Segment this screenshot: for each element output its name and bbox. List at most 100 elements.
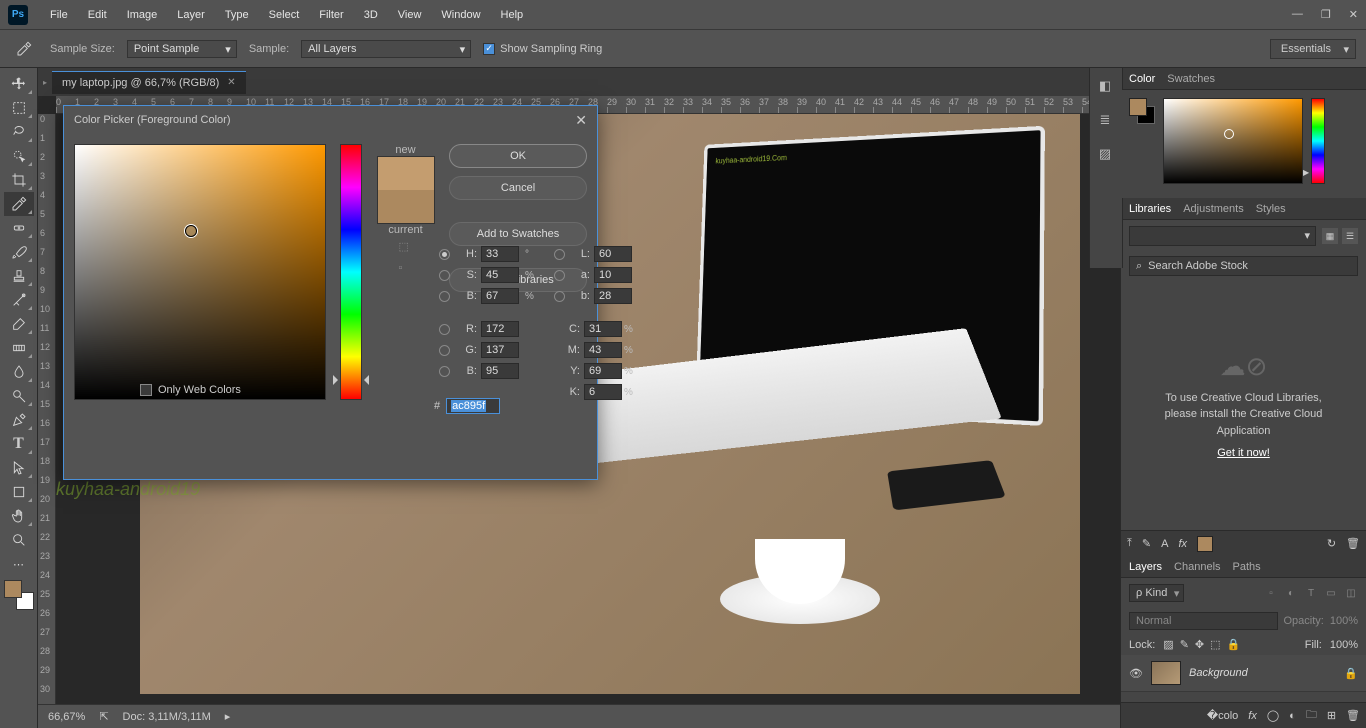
tab-paths[interactable]: Paths [1233, 561, 1261, 573]
layer-background[interactable]: 👁 Background 🔒 [1121, 655, 1366, 692]
gamut-warning-icon[interactable]: ▫ [399, 262, 413, 276]
menu-help[interactable]: Help [491, 5, 534, 25]
path-select-tool[interactable] [4, 456, 34, 480]
export-icon[interactable]: ⇱ [99, 710, 108, 723]
fill-value[interactable]: 100% [1330, 639, 1358, 651]
stamp-tool[interactable] [4, 264, 34, 288]
hue-slider[interactable] [340, 144, 362, 400]
gradient-tool[interactable] [4, 336, 34, 360]
menu-layer[interactable]: Layer [167, 5, 215, 25]
adjustment-layer-icon[interactable]: ◐ [1289, 710, 1296, 722]
cube-3d-icon[interactable]: ⬚ [399, 240, 413, 254]
m-input[interactable]: 43 [584, 342, 622, 358]
dodge-tool[interactable] [4, 384, 34, 408]
edit-toolbar[interactable]: ⋯ [4, 552, 34, 576]
add-to-swatches-button[interactable]: Add to Swatches [449, 222, 587, 246]
layer-mask-icon[interactable]: ◯ [1267, 709, 1279, 722]
sample-size-select[interactable]: Point Sample [127, 40, 237, 58]
menu-select[interactable]: Select [259, 5, 310, 25]
menu-3d[interactable]: 3D [354, 5, 388, 25]
upload-icon[interactable]: ⤒ [1127, 537, 1132, 550]
tab-libraries[interactable]: Libraries [1129, 203, 1171, 215]
dialog-close-icon[interactable]: ✕ [575, 112, 587, 129]
mini-hue-bar[interactable] [1311, 98, 1325, 184]
window-maximize-icon[interactable]: ❐ [1321, 8, 1331, 21]
get-it-now-link[interactable]: Get it now! [1217, 447, 1270, 459]
radio-bb[interactable] [439, 366, 450, 377]
opacity-value[interactable]: 100% [1330, 615, 1358, 627]
eraser-tool[interactable] [4, 312, 34, 336]
healing-tool[interactable] [4, 216, 34, 240]
lock-trans-icon[interactable]: ▨ [1163, 638, 1173, 651]
history-brush-tool[interactable] [4, 288, 34, 312]
menu-type[interactable]: Type [215, 5, 259, 25]
h-input[interactable]: 33 [481, 246, 519, 262]
sync-icon[interactable]: ↻ [1327, 537, 1336, 550]
properties-panel-icon[interactable]: ≣ [1095, 110, 1115, 130]
workspace-select[interactable]: Essentials [1270, 39, 1356, 59]
hand-tool[interactable] [4, 504, 34, 528]
b-input[interactable]: 67 [481, 288, 519, 304]
menu-edit[interactable]: Edit [78, 5, 117, 25]
mini-color-field[interactable] [1163, 98, 1303, 184]
filter-type-icon[interactable]: T [1304, 586, 1318, 600]
char-style-icon[interactable]: A [1161, 538, 1168, 550]
eyedropper-tool-icon[interactable] [10, 35, 38, 63]
k-input[interactable]: 6 [584, 384, 622, 400]
radio-g[interactable] [439, 345, 450, 356]
move-tool[interactable] [4, 72, 34, 96]
lock-position-icon[interactable]: ✥ [1195, 638, 1204, 651]
only-web-colors-checkbox[interactable] [140, 384, 152, 396]
bb-input[interactable]: 95 [481, 363, 519, 379]
layer-filter-kind[interactable]: ρ Kind [1129, 584, 1184, 602]
filter-pixel-icon[interactable]: ▫ [1264, 586, 1278, 600]
list-view-icon[interactable]: ☰ [1342, 228, 1358, 244]
a-input[interactable]: 10 [594, 267, 632, 283]
history-panel-icon[interactable]: ◧ [1095, 76, 1115, 96]
menu-filter[interactable]: Filter [309, 5, 353, 25]
window-minimize-icon[interactable]: — [1292, 8, 1303, 21]
filter-adjust-icon[interactable]: ◐ [1284, 586, 1298, 600]
mini-fgbg[interactable] [1129, 98, 1155, 124]
new-layer-icon[interactable]: ⊞ [1327, 709, 1336, 722]
tab-adjustments[interactable]: Adjustments [1183, 203, 1244, 215]
menu-image[interactable]: Image [117, 5, 168, 25]
show-sampling-ring-checkbox[interactable]: ✓ Show Sampling Ring [483, 43, 602, 55]
foreground-background-colors[interactable] [4, 580, 34, 610]
quick-select-tool[interactable] [4, 144, 34, 168]
radio-r[interactable] [439, 324, 450, 335]
cancel-button[interactable]: Cancel [449, 176, 587, 200]
current-color-swatch[interactable] [378, 190, 434, 223]
window-close-icon[interactable]: ✕ [1349, 8, 1358, 21]
blend-mode-select[interactable]: Normal [1129, 612, 1278, 630]
zoom-tool[interactable] [4, 528, 34, 552]
fx-icon[interactable]: fx [1178, 538, 1187, 550]
filter-shape-icon[interactable]: ▭ [1324, 586, 1338, 600]
grid-view-icon[interactable]: ▦ [1322, 228, 1338, 244]
sample-select[interactable]: All Layers [301, 40, 471, 58]
stock-search-input[interactable]: ⌕ Search Adobe Stock [1129, 256, 1358, 276]
blur-tool[interactable] [4, 360, 34, 384]
tab-layers[interactable]: Layers [1129, 561, 1162, 573]
dialog-titlebar[interactable]: Color Picker (Foreground Color) ✕ [64, 106, 597, 134]
radio-l[interactable] [554, 249, 565, 260]
s-input[interactable]: 45 [481, 267, 519, 283]
status-arrow-icon[interactable]: ▸ [225, 710, 231, 723]
shape-tool[interactable] [4, 480, 34, 504]
layer-name[interactable]: Background [1189, 667, 1248, 679]
lock-artboard-icon[interactable]: ⬚ [1210, 638, 1220, 651]
tab-channels[interactable]: Channels [1174, 561, 1220, 573]
ok-button[interactable]: OK [449, 144, 587, 168]
document-tab[interactable]: my laptop.jpg @ 66,7% (RGB/8) ✕ [52, 71, 246, 94]
layer-fx-icon[interactable]: fx [1248, 710, 1257, 722]
eyedropper-tool[interactable] [4, 192, 34, 216]
menu-view[interactable]: View [388, 5, 432, 25]
brush-add-icon[interactable]: ✎ [1142, 537, 1151, 550]
g-input[interactable]: 137 [481, 342, 519, 358]
l-input[interactable]: 60 [594, 246, 632, 262]
foreground-color-swatch[interactable] [4, 580, 22, 598]
brush-tool[interactable] [4, 240, 34, 264]
info-panel-icon[interactable]: ▨ [1095, 144, 1115, 164]
lock-pixels-icon[interactable]: ✎ [1180, 638, 1189, 651]
group-icon[interactable]: 🗀 [1306, 706, 1317, 725]
